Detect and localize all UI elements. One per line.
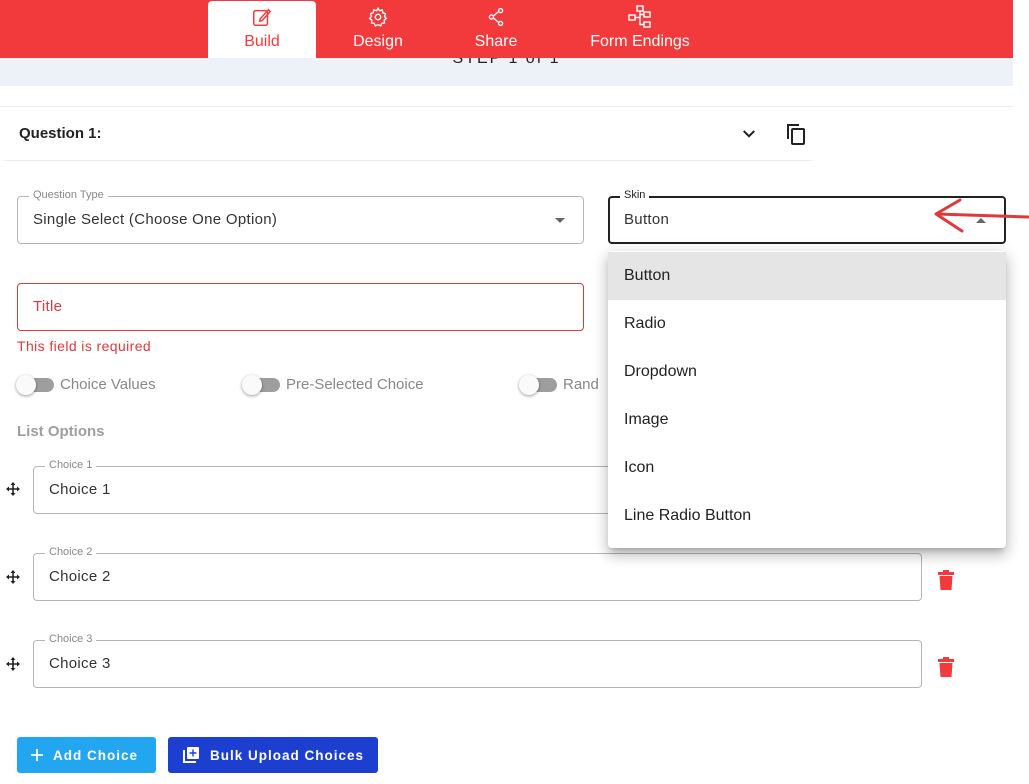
tab-design[interactable]: Design (340, 0, 416, 58)
switch-thumb (519, 374, 539, 395)
skin-value: Button (624, 211, 670, 228)
gear-icon (367, 5, 389, 29)
title-error-message: This field is required (17, 338, 152, 354)
toggle-pre-selected-label: Pre-Selected Choice (286, 376, 424, 393)
sitemap-icon (627, 5, 653, 29)
toggle-choice-values[interactable]: Choice Values (16, 374, 156, 395)
question-header[interactable]: Question 1: (4, 107, 812, 161)
caret-down-icon (555, 218, 565, 223)
question-type-value: Single Select (Choose One Option) (33, 211, 278, 228)
tab-share-label: Share (474, 33, 518, 50)
drag-handle-icon[interactable] (6, 482, 20, 501)
delete-choice-2-icon[interactable] (937, 570, 955, 595)
switch-track (242, 374, 280, 395)
toggle-pre-selected-choice[interactable]: Pre-Selected Choice (242, 374, 424, 395)
switch-thumb (242, 374, 262, 395)
toggle-randomize-label: Rand (563, 376, 599, 393)
tab-build-label: Build (244, 33, 280, 50)
share-icon (485, 5, 507, 29)
tab-build[interactable]: Build (208, 1, 316, 58)
choice-label-3: Choice 3 (45, 633, 97, 645)
choice-value-1: Choice 1 (49, 481, 111, 498)
switch-track (16, 374, 54, 395)
toggle-randomize[interactable]: Rand (519, 374, 599, 395)
delete-choice-3-icon[interactable] (937, 657, 955, 682)
chevron-down-icon[interactable] (740, 125, 758, 148)
choice-input-3[interactable]: Choice 3 Choice 3 (33, 633, 922, 688)
title-input[interactable]: Title (17, 283, 584, 331)
choice-label-2: Choice 2 (45, 546, 97, 558)
skin-label: Skin (620, 189, 650, 201)
choice-value-3: Choice 3 (49, 655, 111, 672)
drag-handle-icon[interactable] (6, 657, 20, 676)
step-indicator: STEP 1 of 1 (452, 58, 561, 67)
tab-form-endings-label: Form Endings (590, 33, 690, 50)
question-title: Question 1: (19, 125, 102, 142)
add-choice-label: Add Choice (53, 747, 139, 763)
annotation-arrow-icon (930, 196, 1029, 241)
switch-track (519, 374, 557, 395)
skin-option-dropdown[interactable]: Dropdown (608, 348, 1006, 396)
choice-value-2: Choice 2 (49, 568, 111, 585)
title-placeholder: Title (33, 298, 63, 315)
toggle-choice-values-label: Choice Values (60, 376, 156, 393)
choice-label-1: Choice 1 (45, 459, 97, 471)
skin-option-image[interactable]: Image (608, 396, 1006, 444)
library-add-icon (182, 746, 200, 764)
question-type-select[interactable]: Question Type Single Select (Choose One … (17, 189, 584, 244)
list-options-title: List Options (17, 423, 105, 440)
duplicate-icon[interactable] (784, 122, 808, 151)
question-type-label: Question Type (29, 189, 108, 201)
add-choice-button[interactable]: Add Choice (17, 737, 156, 773)
plus-icon (31, 749, 43, 761)
bulk-upload-label: Bulk Upload Choices (210, 747, 365, 763)
choice-input-2[interactable]: Choice 2 Choice 2 (33, 546, 922, 601)
skin-option-button[interactable]: Button (608, 252, 1006, 300)
top-nav-bar: Build Design Share Form Endings (0, 0, 1013, 58)
skin-option-icon[interactable]: Icon (608, 444, 1006, 492)
skin-option-radio[interactable]: Radio (608, 300, 1006, 348)
switch-thumb (16, 374, 36, 395)
skin-option-line-radio-button[interactable]: Line Radio Button (608, 492, 1006, 540)
bulk-upload-choices-button[interactable]: Bulk Upload Choices (168, 737, 378, 773)
drag-handle-icon[interactable] (6, 570, 20, 589)
tab-design-label: Design (353, 33, 403, 50)
tab-share[interactable]: Share (464, 0, 528, 58)
tab-form-endings[interactable]: Form Endings (584, 0, 696, 58)
edit-icon (251, 5, 273, 29)
skin-dropdown-menu: Button Radio Dropdown Image Icon Line Ra… (608, 251, 1006, 548)
step-bar: STEP 1 of 1 (0, 58, 1013, 86)
